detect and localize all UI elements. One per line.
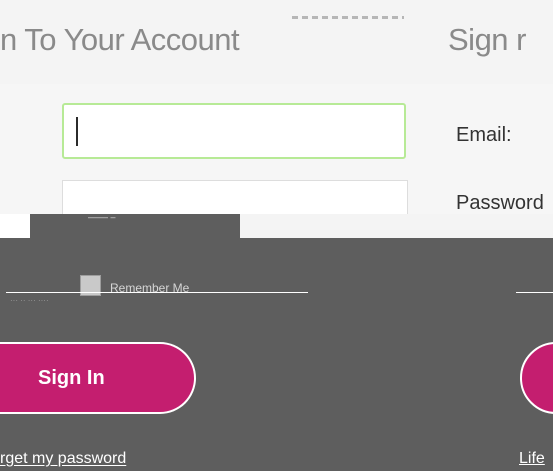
overlay-block (0, 214, 240, 238)
secondary-title: Sign r (448, 22, 526, 57)
overlay-notch (0, 214, 30, 238)
forgot-password-link[interactable]: rget my password (0, 450, 126, 468)
separator-line (6, 292, 308, 293)
page-title: n To Your Account (0, 22, 240, 57)
text-caret (76, 117, 78, 146)
sign-in-button[interactable]: Sign In (0, 342, 196, 414)
separator-line-right (516, 292, 553, 293)
password-label: Password (456, 192, 544, 214)
faint-fragment: ··· ·· ··· ···· (10, 296, 49, 305)
decorative-divider (292, 16, 404, 19)
password-placeholder-fragment: ‒‒‒‒ ‒ (88, 212, 116, 222)
email-input[interactable] (62, 103, 406, 159)
password-input[interactable] (62, 180, 408, 214)
secondary-link[interactable]: Life (519, 450, 553, 468)
email-label: Email: (456, 124, 512, 146)
